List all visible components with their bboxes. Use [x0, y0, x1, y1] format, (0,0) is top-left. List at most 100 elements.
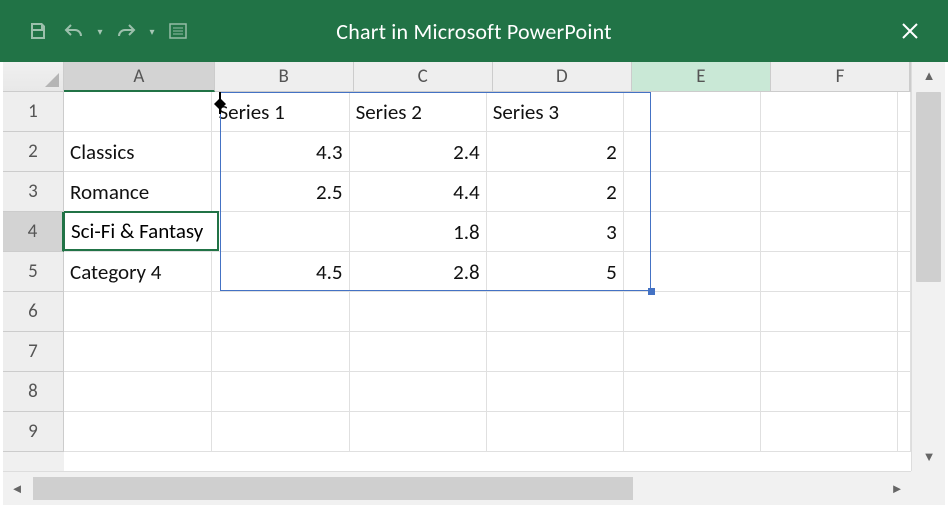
scroll-down-button[interactable]: ▼	[912, 443, 946, 471]
cell-E7[interactable]	[624, 332, 761, 372]
quick-access-toolbar: ▾ ▾	[22, 15, 194, 47]
cell-blank[interactable]	[898, 372, 911, 412]
redo-icon	[115, 21, 137, 41]
cell-A1[interactable]	[64, 92, 212, 132]
cell-B4[interactable]	[212, 212, 349, 252]
cells-area[interactable]: Series 1Series 2Series 3 Classics4.32.42 R…	[64, 92, 911, 471]
close-button[interactable]	[886, 0, 934, 62]
cell-blank[interactable]	[898, 412, 911, 452]
cell-A2[interactable]: Classics	[64, 132, 212, 172]
cell-E4[interactable]	[624, 212, 761, 252]
cell-F4[interactable]	[761, 212, 898, 252]
cell-A4[interactable]	[64, 212, 212, 252]
cell-E9[interactable]	[624, 412, 761, 452]
cell-F2[interactable]	[761, 132, 898, 172]
cell-blank[interactable]	[898, 172, 911, 212]
cell-B3[interactable]: 2.5	[212, 172, 349, 212]
cell-B9[interactable]	[212, 412, 349, 452]
cell-E1[interactable]	[624, 92, 761, 132]
cell-C9[interactable]	[350, 412, 487, 452]
undo-button[interactable]	[58, 15, 90, 47]
redo-button[interactable]	[110, 15, 142, 47]
column-header-D[interactable]: D	[493, 62, 632, 92]
cell-D2[interactable]: 2	[487, 132, 624, 172]
cell-blank[interactable]	[898, 252, 911, 292]
row-header-8[interactable]: 8	[3, 372, 64, 412]
cell-B7[interactable]	[212, 332, 349, 372]
cell-blank[interactable]	[898, 332, 911, 372]
row-header-4[interactable]: 4	[3, 212, 64, 252]
cell-B1[interactable]: Series 1	[212, 92, 349, 132]
cell-B6[interactable]	[212, 292, 349, 332]
cell-blank[interactable]	[898, 132, 911, 172]
cell-F3[interactable]	[761, 172, 898, 212]
cell-C8[interactable]	[350, 372, 487, 412]
cell-F9[interactable]	[761, 412, 898, 452]
cell-E5[interactable]	[624, 252, 761, 292]
column-header-F[interactable]: F	[771, 62, 910, 92]
cell-B8[interactable]	[212, 372, 349, 412]
cell-D8[interactable]	[487, 372, 624, 412]
scroll-right-button[interactable]: ►	[883, 472, 911, 506]
row-header-1[interactable]: 1	[3, 92, 64, 132]
cell-A3[interactable]: Romance	[64, 172, 212, 212]
cell-F8[interactable]	[761, 372, 898, 412]
cell-D4[interactable]: 3	[487, 212, 624, 252]
cell-C5[interactable]: 2.8	[350, 252, 487, 292]
column-header-B[interactable]: B	[215, 62, 354, 92]
cell-E2[interactable]	[624, 132, 761, 172]
cell-A5[interactable]: Category 4	[64, 252, 212, 292]
undo-dropdown[interactable]: ▾	[94, 25, 106, 38]
cell-C6[interactable]	[350, 292, 487, 332]
cell-D3[interactable]: 2	[487, 172, 624, 212]
redo-dropdown[interactable]: ▾	[146, 25, 158, 38]
row-header-2[interactable]: 2	[3, 132, 64, 172]
cell-blank[interactable]	[898, 292, 911, 332]
cell-C4[interactable]: 1.8	[350, 212, 487, 252]
horizontal-scrollbar[interactable]: ◄ ►	[3, 471, 911, 505]
row-header-5[interactable]: 5	[3, 252, 64, 292]
column-header-E[interactable]: E	[632, 62, 771, 92]
cell-A8[interactable]	[64, 372, 212, 412]
horizontal-scroll-thumb[interactable]	[33, 477, 633, 500]
cell-D6[interactable]	[487, 292, 624, 332]
row-headers: 123456789	[3, 92, 64, 471]
select-all-corner[interactable]	[3, 62, 64, 92]
cell-C2[interactable]: 2.4	[350, 132, 487, 172]
cell-B2[interactable]: 4.3	[212, 132, 349, 172]
scroll-left-button[interactable]: ◄	[3, 472, 31, 506]
cell-E6[interactable]	[624, 292, 761, 332]
cell-D7[interactable]	[487, 332, 624, 372]
cell-A7[interactable]	[64, 332, 212, 372]
cell-F5[interactable]	[761, 252, 898, 292]
row-header-3[interactable]: 3	[3, 172, 64, 212]
customize-qat-button[interactable]	[162, 15, 194, 47]
row-header-9[interactable]: 9	[3, 412, 64, 452]
row-header-7[interactable]: 7	[3, 332, 64, 372]
save-icon	[28, 21, 48, 41]
cell-D9[interactable]	[487, 412, 624, 452]
cell-E8[interactable]	[624, 372, 761, 412]
cell-B5[interactable]: 4.5	[212, 252, 349, 292]
vertical-scroll-thumb[interactable]	[916, 92, 941, 282]
column-header-A[interactable]: A	[64, 62, 215, 92]
cell-F1[interactable]	[761, 92, 898, 132]
cell-blank[interactable]	[898, 212, 911, 252]
save-button[interactable]	[22, 15, 54, 47]
vertical-scrollbar[interactable]: ▲ ▼	[911, 62, 945, 471]
cell-blank[interactable]	[898, 92, 911, 132]
cell-F6[interactable]	[761, 292, 898, 332]
cell-D1[interactable]: Series 3	[487, 92, 624, 132]
cell-C7[interactable]	[350, 332, 487, 372]
scroll-up-button[interactable]: ▲	[912, 62, 946, 90]
cell-D5[interactable]: 5	[487, 252, 624, 292]
cell-A6[interactable]	[64, 292, 212, 332]
cell-F7[interactable]	[761, 332, 898, 372]
cell-E3[interactable]	[624, 172, 761, 212]
cell-C3[interactable]: 4.4	[350, 172, 487, 212]
undo-icon	[63, 21, 85, 41]
cell-C1[interactable]: Series 2	[350, 92, 487, 132]
cell-A9[interactable]	[64, 412, 212, 452]
column-header-C[interactable]: C	[354, 62, 493, 92]
row-header-6[interactable]: 6	[3, 292, 64, 332]
